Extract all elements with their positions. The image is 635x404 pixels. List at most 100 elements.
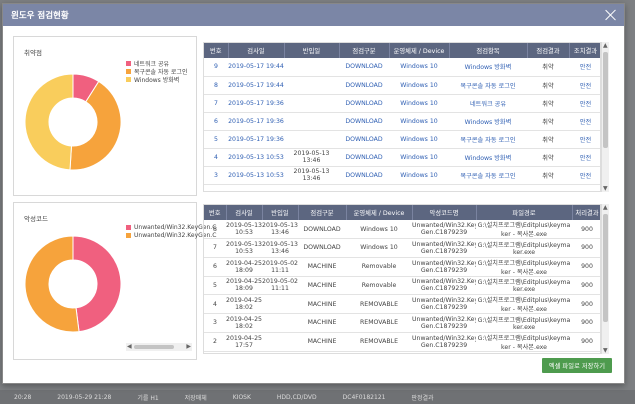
- vuln-table-cell: 4: [204, 148, 228, 167]
- malware-table-cell: G:\설치프로그램\Editplus\keyma ker - 복사본.exe: [476, 257, 572, 277]
- vuln-table-cell: DOWNLOAD: [339, 76, 389, 95]
- malware-table-cell: 900: [572, 351, 600, 353]
- malware-table-vscroll[interactable]: ▲ ▼: [601, 204, 609, 354]
- malware-table-cell: Unwanted/Win32.Key Gen.C1879239: [412, 294, 476, 314]
- vuln-table-cell: DOWNLOAD: [339, 148, 389, 167]
- vuln-table-cell: Windows 10: [389, 94, 449, 113]
- malware-table-cell: 6: [204, 257, 226, 277]
- malware-table-row[interactable]: 12019-04-25 MACHINEREMOVABLEUnwanted/Win3…: [204, 351, 600, 353]
- malware-table-cell: 900: [572, 276, 600, 295]
- malware-table-cell: MACHINE: [298, 313, 346, 333]
- close-icon[interactable]: [604, 8, 618, 22]
- background-strip-text: 저장매체: [184, 394, 207, 402]
- malware-table-row[interactable]: 5 2019-04-25 18:09 2019-05-02 11:11 MACHINE…: [204, 276, 600, 295]
- vuln-chart-title: 취약점: [24, 49, 42, 57]
- hscroll-thumb[interactable]: [134, 345, 174, 349]
- vuln-table-row[interactable]: 3 2019-05-13 10:53 2019-05-13 13:46 DOWNLOA…: [204, 166, 600, 185]
- scroll-down-icon[interactable]: ▼: [603, 185, 608, 192]
- malware-table-cell: G:\설치프로그램\Editplus\keyma ker.exe: [476, 276, 572, 295]
- vuln-table-cell: 2019-05-13 13:46: [284, 148, 339, 167]
- malware-table-row[interactable]: 4 2019-04-25 18:02 MACHINE REMOVABLE Unwante…: [204, 294, 600, 314]
- legend-label: Windows 방화벽: [134, 76, 180, 84]
- vuln-header-cell[interactable]: 조치결과: [569, 43, 600, 58]
- vuln-table-cell: Windows 10: [389, 166, 449, 185]
- vuln-table-row[interactable]: 9 2019-05-17 19:44 DOWNLOAD Windows 10 Windo…: [204, 58, 600, 77]
- vuln-table-row[interactable]: 5 2019-05-17 19:36 DOWNLOAD Windows 10 복구콘솔 …: [204, 130, 600, 149]
- vuln-header-cell[interactable]: 점검결과: [527, 43, 570, 58]
- vuln-table-cell: 취약: [527, 58, 569, 77]
- vuln-table-cell: Windows 10: [389, 130, 449, 149]
- malware-legend-hscroll[interactable]: ◀ ▶: [126, 343, 192, 351]
- vuln-table-cell: Windows 10: [389, 148, 449, 167]
- malware-table-row[interactable]: 8 2019-05-13 10:53 2019-05-13 13:46 DOWNLOA…: [204, 220, 600, 239]
- malware-table-cell: 2: [204, 332, 226, 352]
- vuln-table-row[interactable]: 7 2019-05-17 19:36 DOWNLOAD Windows 10 네트워크 …: [204, 94, 600, 113]
- vuln-table-cell: 취약: [527, 166, 569, 185]
- vuln-table-cell: 7: [204, 94, 228, 113]
- vuln-table-cell: 취약: [527, 94, 569, 113]
- legend-swatch: [126, 224, 131, 230]
- scroll-right-icon[interactable]: ▶: [186, 343, 191, 350]
- malware-header-cell[interactable]: 악성코드명: [412, 205, 477, 220]
- malware-table-cell: [262, 332, 298, 352]
- vuln-table-cell: [284, 130, 339, 149]
- vuln-table-cell: [284, 58, 339, 77]
- malware-table-cell: Removable: [346, 276, 412, 295]
- vscroll-thumb[interactable]: [603, 214, 608, 322]
- save-excel-button[interactable]: 엑셀 파일로 저장하기: [541, 358, 612, 373]
- vscroll-thumb[interactable]: [603, 52, 608, 148]
- vuln-table-cell: 2019-05-17 19:44: [228, 76, 284, 95]
- vuln-table-row[interactable]: 6 2019-05-17 19:36 DOWNLOAD Windows 10 Windo…: [204, 112, 600, 131]
- malware-table-cell: [262, 294, 298, 314]
- scroll-up-icon[interactable]: ▲: [603, 42, 608, 49]
- vuln-header-cell[interactable]: 검사일: [228, 43, 285, 58]
- malware-table: 번호 검사일 반입일 점검구분 운영체제 / Device 악성코드명 파일경로 처리결과 8…: [204, 205, 600, 353]
- malware-table-cell: REMOVABLE: [346, 332, 412, 352]
- vuln-table-cell: 2019-05-17 19:36: [228, 94, 284, 113]
- malware-header-cell[interactable]: 반입일: [262, 205, 299, 220]
- malware-table-cell: G:\설치프로그램\Editplus\keyma: [476, 351, 572, 353]
- malware-header-cell[interactable]: 검사일: [226, 205, 263, 220]
- malware-table-cell: 2019-05-13 10:53: [226, 238, 262, 258]
- malware-header-cell[interactable]: 처리결과: [572, 205, 600, 220]
- vuln-header-cell[interactable]: 점검구분: [339, 43, 390, 58]
- malware-table-cell: 7: [204, 238, 226, 258]
- legend-swatch: [126, 76, 131, 82]
- malware-table-cell: DOWNLOAD: [298, 220, 346, 239]
- vuln-table-cell: 2019-05-17 19:36: [228, 130, 284, 149]
- vuln-table-cell: 2019-05-17 19:36: [228, 112, 284, 131]
- malware-table-cell: 2019-05-13 13:46: [262, 220, 298, 239]
- malware-table-cell: Unwanted/Win32.Key Gen.C1879239: [412, 257, 476, 277]
- malware-table-row[interactable]: 2 2019-04-25 17:57 MACHINE REMOVABLE Unwante…: [204, 332, 600, 352]
- malware-table-cell: Removable: [346, 257, 412, 277]
- vuln-table-row[interactable]: 8 2019-05-17 19:44 DOWNLOAD Windows 10 복구콘솔 …: [204, 76, 600, 95]
- vuln-table-cell: 안전: [569, 94, 600, 113]
- malware-header-cell[interactable]: 번호: [204, 205, 227, 220]
- malware-header-cell[interactable]: 운영체제 / Device: [346, 205, 413, 220]
- malware-table-cell: Unwanted/Win32.Key Gen.C1879239: [412, 313, 476, 333]
- malware-table-cell: MACHINE: [298, 257, 346, 277]
- vuln-table-cell: DOWNLOAD: [339, 112, 389, 131]
- vuln-header-cell[interactable]: 반입일: [284, 43, 340, 58]
- scroll-left-icon[interactable]: ◀: [127, 343, 132, 350]
- inspection-status-modal: 윈도우 점검현황 취약점 네트워크 공유 복구콘솔 자동 로그인 Windows 방…: [2, 3, 625, 384]
- vuln-table-cell: 취약: [527, 76, 569, 95]
- malware-header-cell[interactable]: 점검구분: [298, 205, 347, 220]
- malware-header-cell[interactable]: 파일경로: [476, 205, 573, 220]
- vuln-header-cell[interactable]: 점검항목: [449, 43, 528, 58]
- malware-table-cell: 8: [204, 220, 226, 239]
- malware-table-row[interactable]: 6 2019-04-25 18:09 2019-05-02 11:11 MACHINE…: [204, 257, 600, 277]
- malware-table-row[interactable]: 7 2019-05-13 10:53 2019-05-13 13:46 DOWNLOA…: [204, 238, 600, 258]
- malware-table-row[interactable]: 3 2019-04-25 18:02 MACHINE REMOVABLE Unwante…: [204, 313, 600, 333]
- vuln-header-cell[interactable]: 번호: [204, 43, 229, 58]
- vuln-legend-item: Windows 방화벽: [126, 75, 188, 84]
- vuln-table-vscroll[interactable]: ▲ ▼: [601, 42, 609, 192]
- background-strip-text: 20:28: [14, 393, 32, 401]
- scroll-down-icon[interactable]: ▼: [603, 347, 608, 354]
- vuln-table-row[interactable]: 4 2019-05-13 10:53 2019-05-13 13:46 DOWNLOA…: [204, 148, 600, 167]
- vuln-header-cell[interactable]: 운영체제 / Device: [389, 43, 450, 58]
- vuln-table-cell: 8: [204, 76, 228, 95]
- scroll-up-icon[interactable]: ▲: [603, 204, 608, 211]
- malware-table-cell: Unwanted/Win32.Key Gen.C1879239: [412, 238, 476, 258]
- malware-table-cell: MACHINE: [298, 351, 346, 353]
